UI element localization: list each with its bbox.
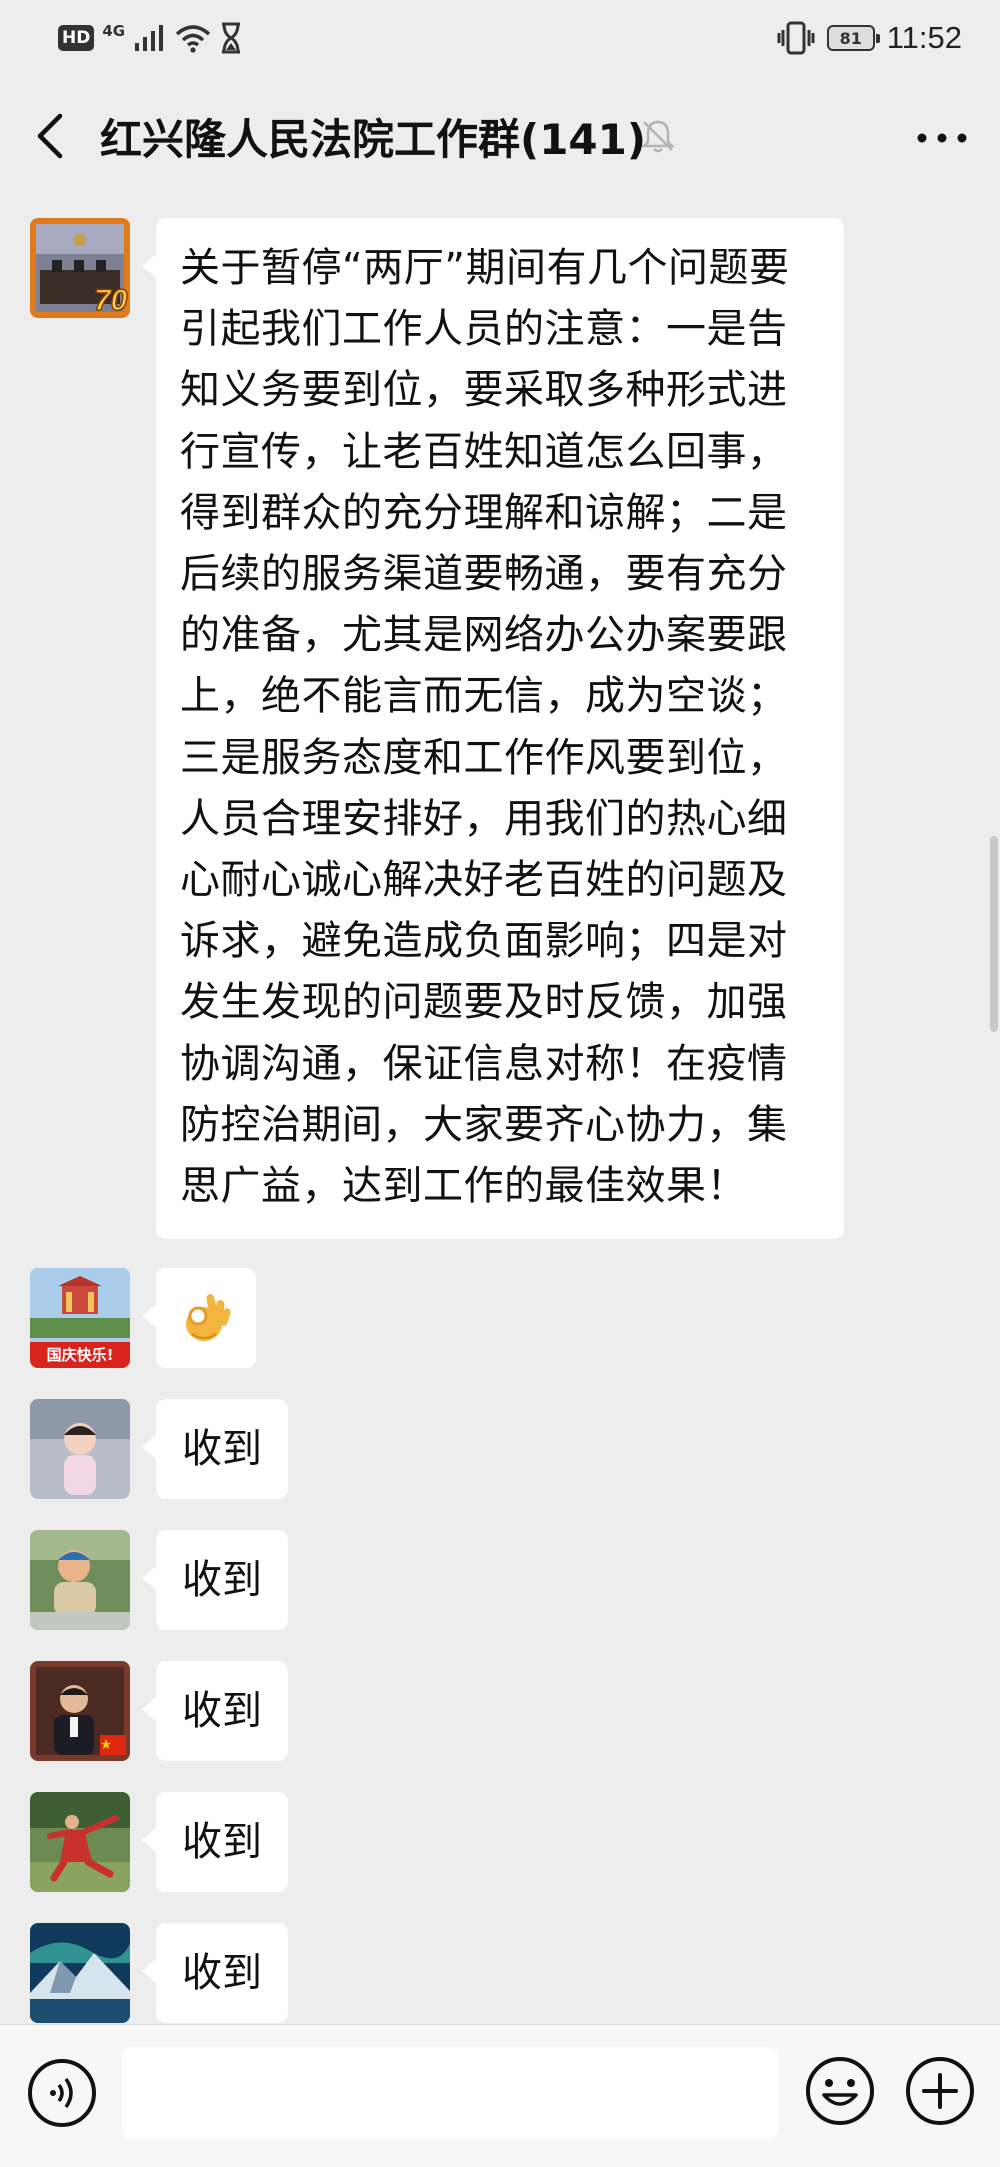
avatar-national-day[interactable]: 国庆快乐! — [30, 1268, 130, 1368]
message-bubble[interactable]: 收到 — [142, 1399, 288, 1499]
ok-hand-emoji — [186, 1294, 231, 1341]
message-bubble[interactable]: 收到 — [142, 1923, 288, 2023]
chat-title: 红兴隆人民法院工作群(141) — [100, 115, 647, 164]
more-icon — [917, 133, 967, 143]
svg-text:70: 70 — [94, 284, 128, 317]
clock: 11:52 — [886, 20, 962, 55]
message-bubble[interactable]: 关于暂停“两厅”期间有几个问题要引起我们工作人员的注意：一是告知义务要到位，要采… — [142, 218, 844, 1240]
voice-button[interactable] — [26, 2057, 98, 2129]
hourglass-icon — [222, 22, 241, 54]
plus-button[interactable] — [904, 2055, 976, 2127]
wifi-icon — [175, 25, 211, 53]
avatar-man-flag[interactable] — [30, 1661, 130, 1761]
battery-level: 81 — [839, 28, 862, 48]
message-list[interactable]: 70 关于暂停“两厅”期间有几个问题要引起我们工作人员的注意：一是告知义务要到位… — [0, 194, 1000, 2024]
input-bar — [0, 2024, 1000, 2167]
message-bubble[interactable]: 收到 — [142, 1792, 288, 1892]
nav-bar: 红兴隆人民法院工作群(141) — [0, 78, 1000, 194]
voice-icon — [28, 2059, 96, 2127]
vibrate-icon — [777, 21, 815, 55]
avatar-mountain-aurora[interactable] — [30, 1923, 130, 2023]
signal-icon — [135, 25, 164, 51]
avatar-courtroom-70[interactable]: 70 — [30, 218, 130, 318]
scrollbar-thumb[interactable] — [990, 836, 998, 1032]
back-icon — [37, 113, 63, 159]
hd-badge: HD — [58, 25, 95, 51]
avatar-child[interactable] — [30, 1530, 130, 1630]
more-button[interactable] — [914, 118, 970, 158]
emoji-button[interactable] — [804, 2055, 876, 2127]
message-bubble[interactable]: 收到 — [142, 1530, 288, 1630]
message-bubble[interactable] — [142, 1268, 256, 1368]
avatar-caption: 国庆快乐! — [46, 1346, 114, 1364]
avatar-taichi[interactable] — [30, 1792, 130, 1892]
avatar-baby[interactable] — [30, 1399, 130, 1499]
battery-indicator: 81 — [826, 25, 880, 51]
back-button[interactable] — [30, 108, 70, 164]
status-bar: HD 4G 81 11:52 — [0, 0, 1000, 78]
plus-icon — [906, 2057, 974, 2125]
mute-bell-icon — [640, 120, 676, 153]
status-left: HD 4G — [58, 20, 243, 56]
status-right: 81 11:52 — [777, 18, 962, 58]
network-type: 4G — [102, 22, 126, 40]
message-input[interactable] — [122, 2047, 778, 2139]
message-bubble[interactable]: 收到 — [142, 1661, 288, 1761]
emoji-icon — [806, 2057, 874, 2125]
